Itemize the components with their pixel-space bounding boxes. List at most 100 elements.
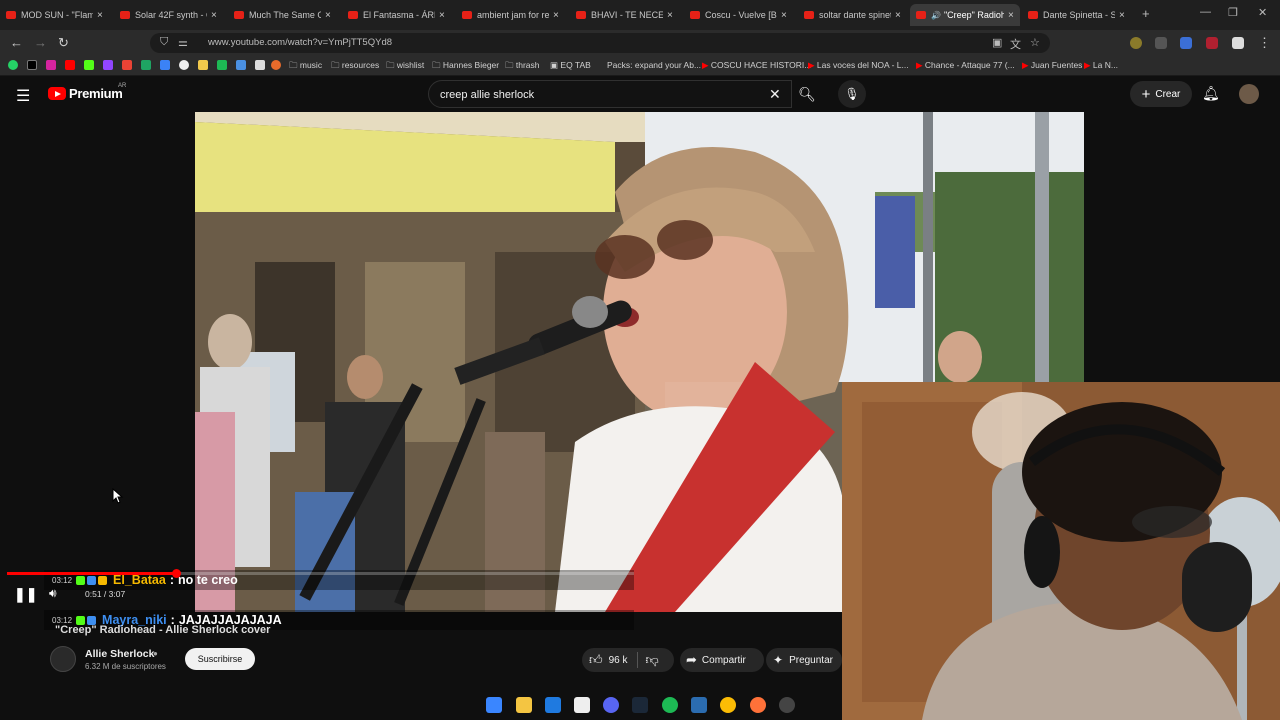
- share-button[interactable]: ➦ Compartir: [680, 648, 764, 672]
- close-tab-icon[interactable]: ×: [97, 10, 103, 21]
- twitch-icon[interactable]: [103, 60, 113, 70]
- notepad-icon[interactable]: [691, 697, 707, 713]
- file-explorer-icon[interactable]: [516, 697, 532, 713]
- browser-tab[interactable]: Much The Same Gut×: [228, 4, 340, 26]
- search-input[interactable]: creep allie sherlock: [440, 89, 534, 101]
- notifications-bell-icon[interactable]: 🔔︎: [1202, 85, 1220, 102]
- create-button[interactable]: + Crear: [1130, 81, 1192, 107]
- user-avatar[interactable]: [1239, 84, 1259, 104]
- thumbs-up-icon[interactable]: 👍︎: [589, 652, 603, 668]
- new-tab-button[interactable]: +: [1142, 6, 1150, 21]
- close-tab-icon[interactable]: ×: [325, 10, 331, 21]
- menu-kebab-icon[interactable]: ⋮: [1258, 35, 1271, 51]
- bookmark-site-icon[interactable]: [198, 60, 208, 70]
- windows-start-icon[interactable]: [486, 697, 502, 713]
- reload-icon[interactable]: ↻: [58, 35, 69, 51]
- channel-avatar[interactable]: [50, 646, 76, 672]
- shield-icon[interactable]: ⛉: [160, 36, 168, 49]
- site-settings-icon[interactable]: ⚌: [178, 36, 188, 49]
- browser-tab[interactable]: MOD SUN - "Flames"×: [0, 4, 112, 26]
- maximize-button[interactable]: ❐: [1228, 6, 1238, 19]
- close-tab-icon[interactable]: ×: [439, 10, 445, 21]
- volume-icon[interactable]: 🔊︎: [49, 586, 57, 601]
- bookmark-packs[interactable]: Packs: expand your Ab...: [607, 60, 701, 70]
- firefox-icon[interactable]: [750, 697, 766, 713]
- steam-icon[interactable]: [632, 697, 648, 713]
- star-bookmark-icon[interactable]: ☆: [1030, 36, 1040, 49]
- like-count[interactable]: 96 k: [609, 655, 628, 666]
- cast-icon[interactable]: ▣: [992, 36, 1002, 49]
- browser-tab[interactable]: soltar dante spinetta×: [798, 4, 910, 26]
- instagram-icon[interactable]: [46, 60, 56, 70]
- discord-icon[interactable]: [603, 697, 619, 713]
- youtube-icon[interactable]: [65, 60, 75, 70]
- close-tab-icon[interactable]: ×: [211, 10, 217, 21]
- browser-tab[interactable]: El Fantasma - ÁRBOL×: [342, 4, 454, 26]
- bookmark-folder-hannes-bieger[interactable]: 🗀 Hannes Bieger: [432, 60, 499, 74]
- app-icon[interactable]: [779, 697, 795, 713]
- hamburger-menu-icon[interactable]: ☰: [16, 86, 30, 106]
- extension-icon[interactable]: [1130, 37, 1142, 49]
- bookmark-site-icon[interactable]: [255, 60, 265, 70]
- bookmark-eq-tab[interactable]: ▣ EQ TAB: [550, 60, 591, 71]
- close-tab-icon[interactable]: ×: [895, 10, 901, 21]
- bookmark-site-icon[interactable]: [236, 60, 246, 70]
- bookmark-coscu[interactable]: ▶ COSCU HACE HISTORI...: [702, 60, 811, 71]
- back-icon[interactable]: ←: [10, 35, 23, 50]
- x-icon[interactable]: [27, 60, 37, 70]
- video-progress-bar[interactable]: [7, 569, 634, 578]
- extension-icon[interactable]: [1180, 37, 1192, 49]
- clear-search-icon[interactable]: ✕: [769, 86, 781, 103]
- bookmark-la-n[interactable]: ▶ La N...: [1084, 60, 1118, 71]
- search-box[interactable]: creep allie sherlock ✕: [428, 80, 792, 108]
- spotify-icon[interactable]: [662, 697, 678, 713]
- drive-icon[interactable]: [141, 60, 151, 70]
- channel-name[interactable]: Allie Sherlock: [85, 648, 154, 660]
- forward-icon[interactable]: →: [34, 35, 47, 50]
- address-bar[interactable]: ⛉ ⚌ www.youtube.com/watch?v=YmPjTT5QYd8 …: [150, 33, 1050, 53]
- chrome-icon[interactable]: [720, 697, 736, 713]
- bookmark-site-icon[interactable]: [160, 60, 170, 70]
- whatsapp-icon[interactable]: [8, 60, 18, 70]
- extension-icon[interactable]: [1232, 37, 1244, 49]
- close-tab-icon[interactable]: ×: [1119, 10, 1125, 21]
- url-text[interactable]: www.youtube.com/watch?v=YmPjTT5QYd8: [208, 37, 392, 48]
- pause-icon[interactable]: ❚❚: [14, 586, 37, 603]
- kick-icon[interactable]: [84, 60, 94, 70]
- ask-ai-button[interactable]: ✦ Preguntar: [766, 648, 842, 672]
- subscribe-button[interactable]: Suscribirse: [185, 648, 255, 670]
- extension-icon[interactable]: [1206, 37, 1218, 49]
- browser-tab[interactable]: ambient jam for relax×: [456, 4, 568, 26]
- bookmark-site-icon[interactable]: [179, 60, 189, 70]
- bookmark-site-icon[interactable]: [271, 60, 281, 70]
- bookmark-folder-thrash[interactable]: 🗀 thrash: [505, 60, 540, 74]
- browser-tab[interactable]: Solar 42F synth - Cin×: [114, 4, 226, 26]
- app-icon[interactable]: [574, 697, 590, 713]
- close-tab-icon[interactable]: ×: [781, 10, 787, 21]
- close-tab-icon[interactable]: ×: [553, 10, 559, 21]
- gmail-icon[interactable]: [122, 60, 132, 70]
- voice-search-button[interactable]: 🎙︎: [838, 80, 866, 108]
- bookmark-chance[interactable]: ▶ Chance - Attaque 77 (...: [916, 60, 1015, 71]
- youtube-logo-icon[interactable]: [48, 87, 66, 100]
- bookmark-folder-resources[interactable]: 🗀 resources: [331, 60, 379, 74]
- browser-tab[interactable]: Coscu - Vuelve [BERE×: [684, 4, 796, 26]
- browser-tab[interactable]: BHAVI - TE NECESITO×: [570, 4, 682, 26]
- minimize-button[interactable]: —: [1200, 6, 1211, 18]
- bookmark-folder-wishlist[interactable]: 🗀 wishlist: [386, 60, 424, 74]
- bookmark-folder-music[interactable]: 🗀 music: [289, 60, 322, 74]
- bookmark-juan-fuentes[interactable]: ▶ Juan Fuentes: [1022, 60, 1082, 71]
- browser-tab-active[interactable]: 🔊"Creep" Radiohead×: [910, 4, 1020, 26]
- bookmark-site-icon[interactable]: [217, 60, 227, 70]
- thumbs-down-icon[interactable]: 👎︎: [646, 652, 659, 668]
- vscode-icon[interactable]: [545, 697, 561, 713]
- close-tab-icon[interactable]: ×: [1008, 10, 1014, 21]
- extensions-puzzle-icon[interactable]: [1155, 37, 1167, 49]
- translate-icon[interactable]: 文: [1010, 36, 1021, 52]
- close-window-button[interactable]: ✕: [1258, 6, 1267, 19]
- search-button[interactable]: 🔍︎: [792, 80, 822, 108]
- bookmark-voces-noa[interactable]: ▶ Las voces del NOA - L...: [808, 60, 909, 71]
- close-tab-icon[interactable]: ×: [667, 10, 673, 21]
- youtube-premium-logo[interactable]: Premium: [69, 86, 123, 101]
- browser-tab[interactable]: Dante Spinetta - Solt×: [1022, 4, 1134, 26]
